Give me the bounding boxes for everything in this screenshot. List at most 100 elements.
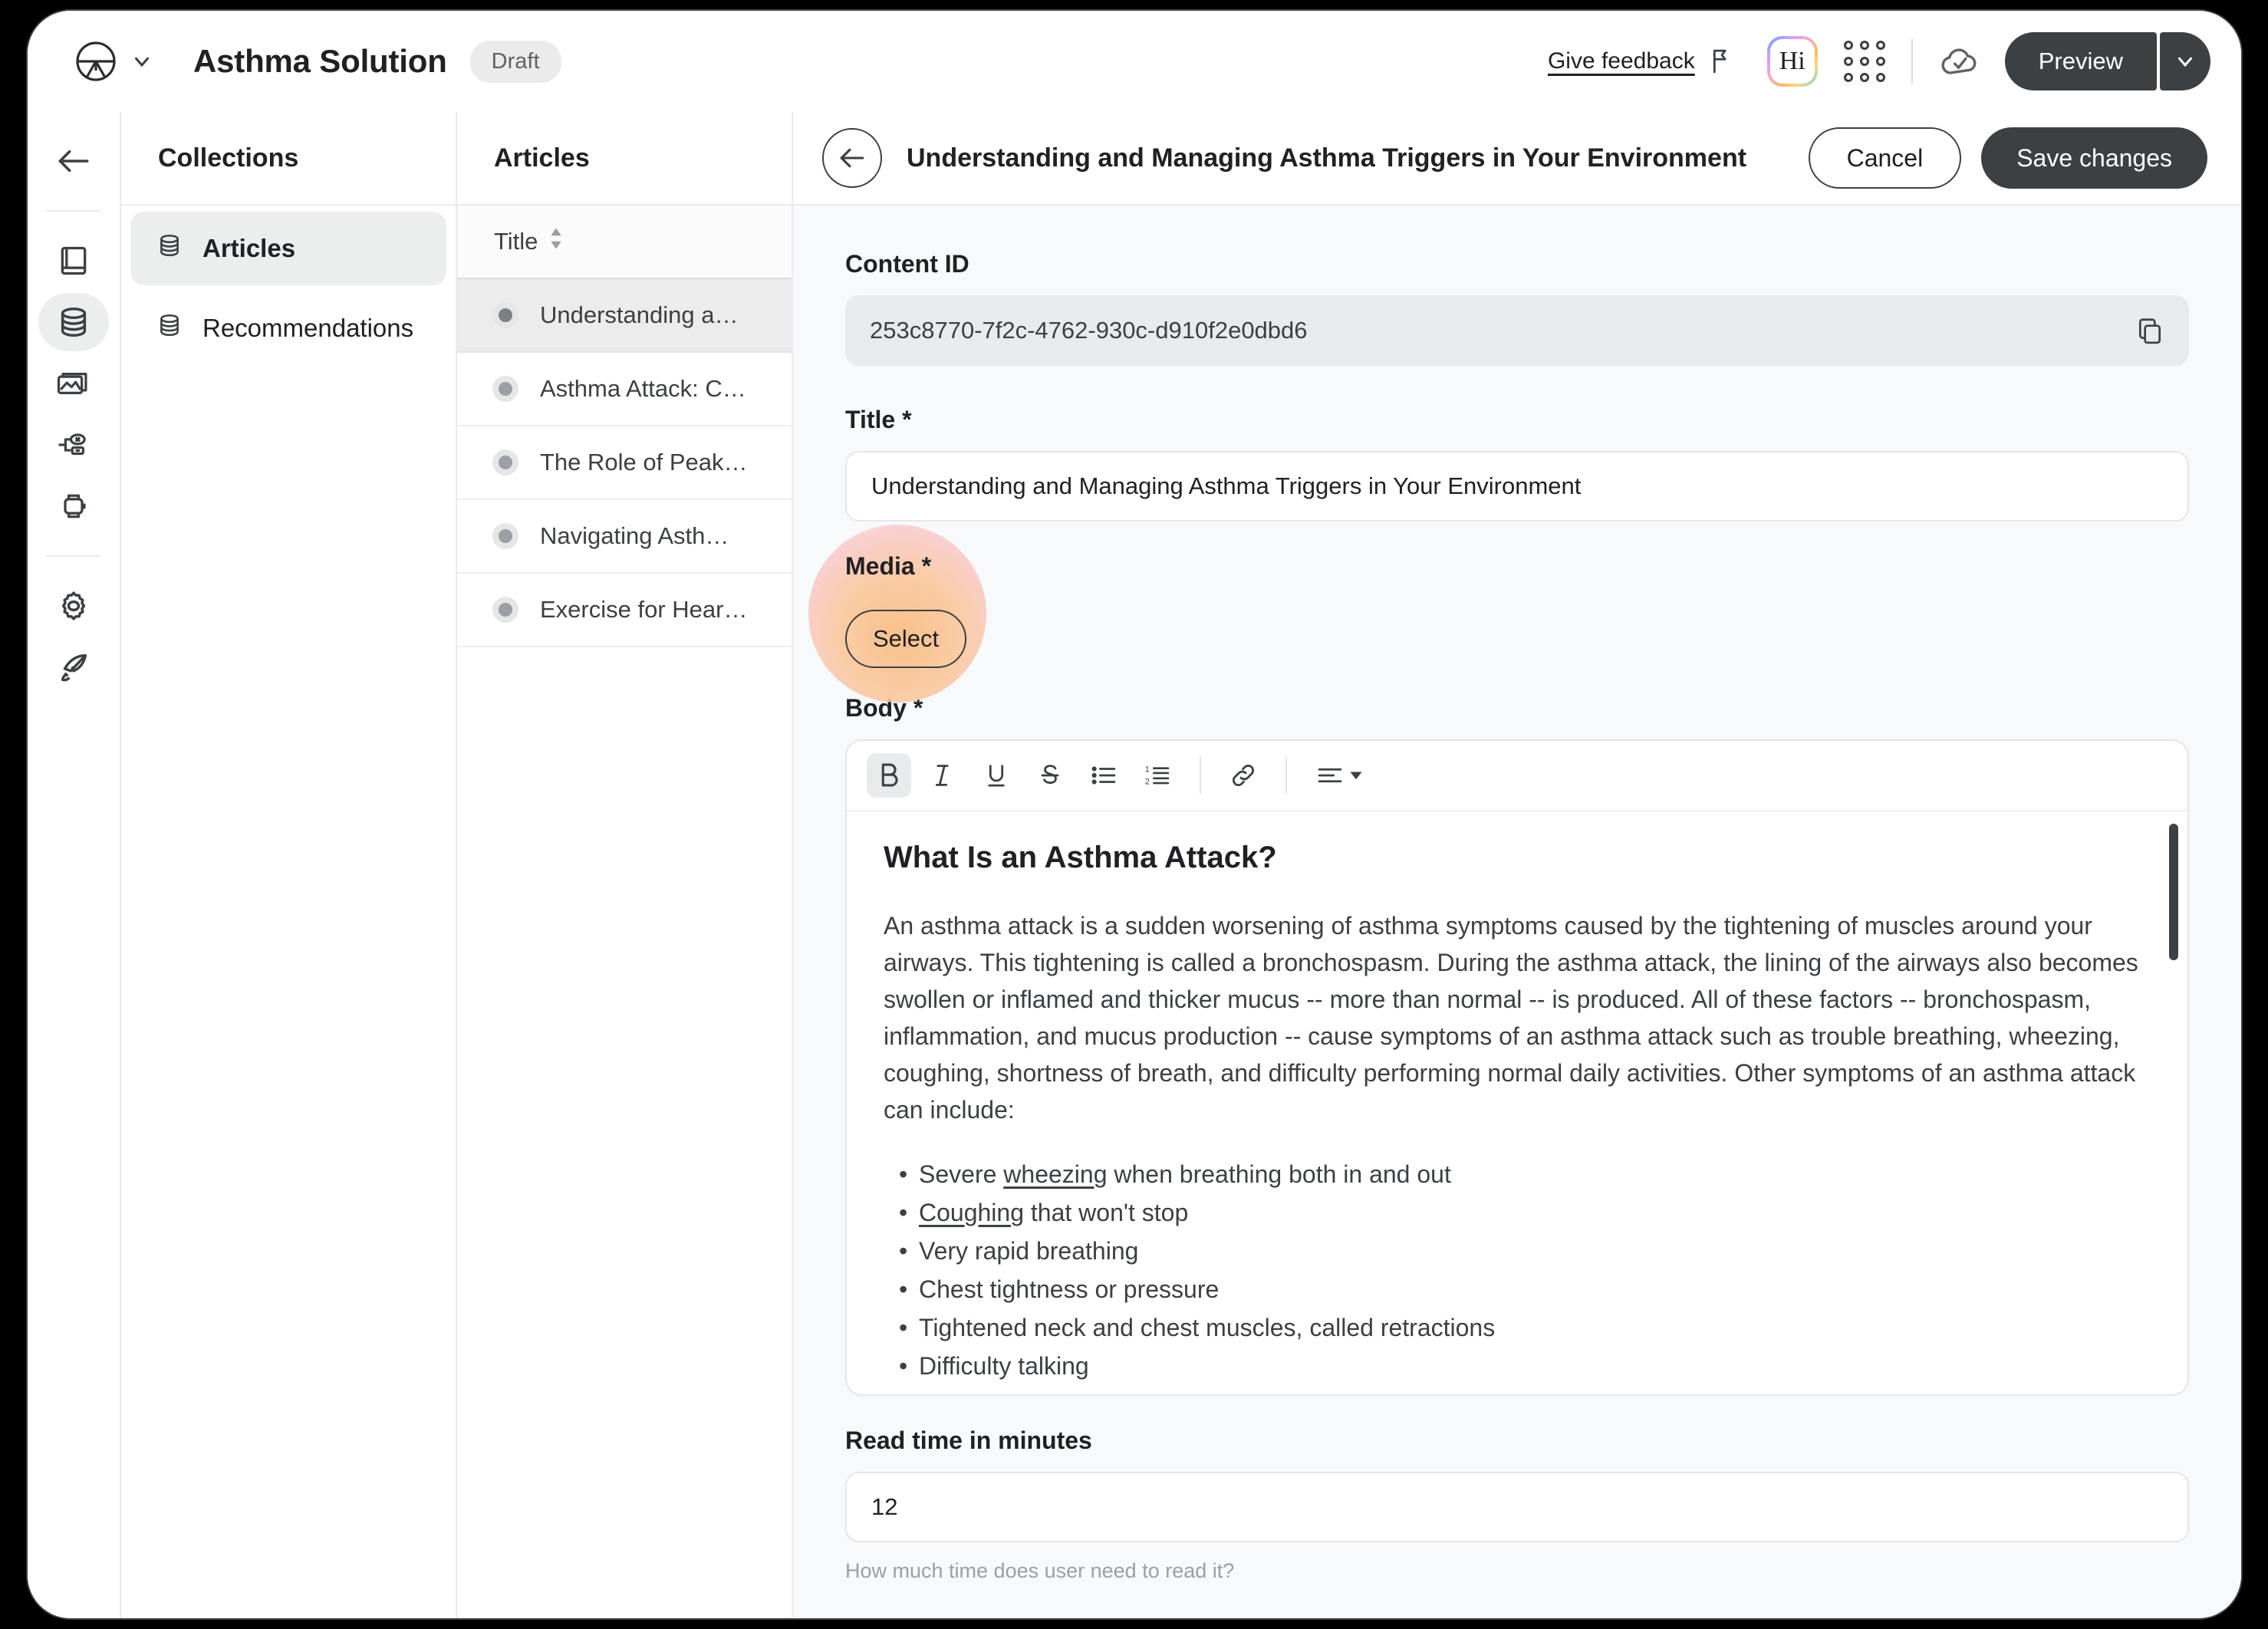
- detail-back-arrow-left-icon[interactable]: [822, 128, 882, 188]
- sidebar-item-watch[interactable]: [38, 477, 109, 535]
- content-id-field: 253c8770-7f2c-4762-930c-d910f2e0dbd6: [845, 295, 2189, 366]
- content-id-value: 253c8770-7f2c-4762-930c-d910f2e0dbd6: [870, 317, 1308, 344]
- body-label: Body *: [845, 694, 2189, 722]
- icon-rail: [28, 112, 121, 1618]
- status-dot-icon: [492, 597, 518, 623]
- status-badge: Draft: [470, 41, 561, 83]
- read-time-value: 12: [871, 1493, 897, 1521]
- media-field: Media * Select: [845, 552, 2189, 668]
- sidebar-item-book[interactable]: [38, 232, 109, 290]
- articles-sort-label: Title: [494, 228, 538, 255]
- italic-icon[interactable]: [920, 753, 965, 798]
- preview-button[interactable]: Preview: [2005, 32, 2157, 90]
- bullet-text-after: that won't stop: [1024, 1199, 1188, 1226]
- preview-button-group: Preview: [2005, 32, 2210, 90]
- article-list-item[interactable]: The Role of Peak…: [457, 426, 792, 500]
- detail-form: Content ID 253c8770-7f2c-4762-930c-d910f…: [793, 206, 2241, 1618]
- read-time-input[interactable]: 12: [845, 1472, 2189, 1542]
- bullet-item: Coughing that won't stop: [884, 1194, 2151, 1231]
- body-bullet-list: Severe wheezing when breathing both in a…: [884, 1156, 2151, 1394]
- top-bar: Asthma Solution Draft Give feedback Hi P: [28, 11, 2241, 112]
- articles-panel: Articles Title Understanding a… Asthma A…: [457, 112, 793, 1618]
- cancel-button[interactable]: Cancel: [1809, 127, 1962, 189]
- preview-dropdown-chevron-down-icon[interactable]: [2160, 32, 2210, 90]
- bullet-text: Chest tightness or pressure: [919, 1275, 1219, 1303]
- rail-back-button[interactable]: [38, 132, 109, 190]
- strikethrough-icon[interactable]: [1028, 753, 1072, 798]
- article-title: Exercise for Hear…: [540, 596, 747, 624]
- peace-circle-logo-icon[interactable]: [72, 38, 120, 85]
- chevron-down-icon[interactable]: [130, 50, 153, 73]
- article-list-item[interactable]: Asthma Attack: C…: [457, 353, 792, 426]
- article-list-item[interactable]: Exercise for Hear…: [457, 574, 792, 647]
- sidebar-item-flow-node[interactable]: [38, 416, 109, 474]
- body-paragraph: An asthma attack is a sudden worsening o…: [884, 907, 2151, 1128]
- apps-grid-icon[interactable]: [1844, 41, 1885, 82]
- database-icon: [156, 232, 183, 265]
- bullet-item: Very rapid breathing: [884, 1232, 2151, 1269]
- editor-scrollbar-thumb[interactable]: [2169, 824, 2178, 960]
- svg-text:1: 1: [1145, 765, 1150, 774]
- read-time-help-text: How much time does user need to read it?: [845, 1559, 2189, 1583]
- rail-divider-2: [46, 555, 101, 557]
- numbered-list-icon[interactable]: 12: [1135, 753, 1180, 798]
- assistant-badge[interactable]: Hi: [1767, 36, 1818, 87]
- article-list-item[interactable]: Understanding a…: [457, 279, 792, 353]
- bullet-item: Severe wheezing when breathing both in a…: [884, 1156, 2151, 1193]
- bullet-text: Difficulty talking: [919, 1352, 1089, 1380]
- status-dot-icon: [492, 449, 518, 476]
- collection-item-recommendations[interactable]: Recommendations: [130, 291, 446, 365]
- rail-divider: [46, 210, 101, 212]
- bullet-text: Very rapid breathing: [919, 1237, 1138, 1265]
- toolbar-divider: [1911, 39, 1913, 84]
- bulleted-list-icon[interactable]: [1081, 753, 1126, 798]
- bullet-text-after: when breathing both in and out: [1107, 1160, 1450, 1188]
- bold-icon[interactable]: [867, 753, 911, 798]
- bullet-text: Feelings of anxiety or panic: [919, 1390, 1218, 1394]
- editor-toolbar-divider: [1200, 757, 1201, 794]
- link-icon[interactable]: [1221, 753, 1266, 798]
- article-title: The Role of Peak…: [540, 449, 748, 476]
- bullet-item: Chest tightness or pressure: [884, 1271, 2151, 1308]
- underline-icon[interactable]: [974, 753, 1019, 798]
- bullet-text: Tightened neck and chest muscles, called…: [919, 1314, 1495, 1341]
- article-title: Navigating Asth…: [540, 522, 729, 550]
- article-title: Asthma Attack: C…: [540, 375, 746, 403]
- media-label: Media *: [845, 552, 2189, 581]
- body-rich-text-editor: 12 What Is an Asthma Attack?: [845, 739, 2189, 1396]
- title-input[interactable]: Understanding and Managing Asthma Trigge…: [845, 451, 2189, 522]
- media-select-button[interactable]: Select: [845, 610, 966, 668]
- sidebar-item-rocket[interactable]: [38, 638, 109, 696]
- align-dropdown-icon[interactable]: [1307, 753, 1373, 798]
- editor-toolbar-divider-2: [1285, 757, 1287, 794]
- sort-updown-icon[interactable]: [548, 227, 564, 256]
- read-time-label: Read time in minutes: [845, 1427, 2189, 1455]
- database-icon: [156, 312, 183, 344]
- detail-header: Understanding and Managing Asthma Trigge…: [793, 112, 2241, 206]
- detail-actions: Cancel Save changes: [1809, 127, 2207, 189]
- collection-item-articles[interactable]: Articles: [130, 212, 446, 285]
- svg-text:2: 2: [1145, 778, 1150, 787]
- content-id-label: Content ID: [845, 250, 2189, 278]
- title-input-value: Understanding and Managing Asthma Trigge…: [871, 472, 1581, 500]
- sidebar-item-settings[interactable]: [38, 577, 109, 635]
- page-title: Understanding and Managing Asthma Trigge…: [907, 143, 1746, 173]
- save-changes-button[interactable]: Save changes: [1981, 127, 2207, 189]
- article-title: Understanding a…: [540, 301, 739, 329]
- bullet-item: Difficulty talking: [884, 1348, 2151, 1384]
- bullet-link[interactable]: wheezing: [1003, 1160, 1107, 1188]
- editor-content[interactable]: What Is an Asthma Attack? An asthma atta…: [847, 811, 2187, 1394]
- give-feedback-link[interactable]: Give feedback: [1548, 48, 1695, 74]
- bullet-link[interactable]: Coughing: [919, 1199, 1024, 1226]
- collection-item-label: Articles: [202, 234, 295, 263]
- sidebar-item-images[interactable]: [38, 354, 109, 413]
- articles-sort-header[interactable]: Title: [457, 206, 792, 279]
- sidebar-item-database[interactable]: [38, 293, 109, 351]
- copy-icon[interactable]: [2135, 316, 2164, 345]
- article-list-item[interactable]: Navigating Asth…: [457, 500, 792, 574]
- flag-icon[interactable]: [1709, 48, 1735, 75]
- app-window: Asthma Solution Draft Give feedback Hi P: [28, 11, 2241, 1618]
- bullet-text: Severe: [919, 1160, 1003, 1188]
- bullet-item: Feelings of anxiety or panic: [884, 1386, 2151, 1394]
- status-dot-icon: [492, 302, 518, 328]
